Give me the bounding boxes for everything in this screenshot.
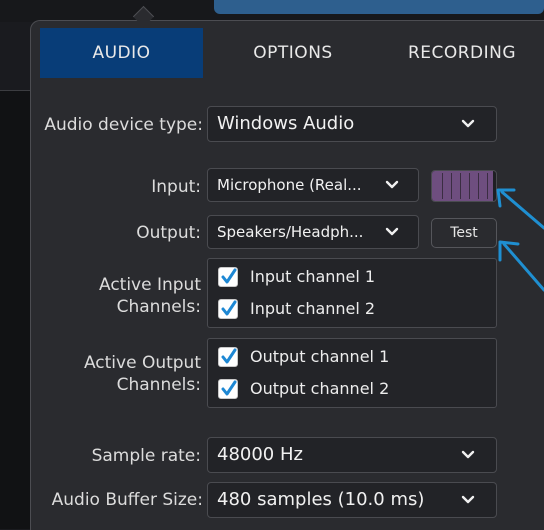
output-channel-1-label: Output channel 1 xyxy=(250,347,390,366)
input-channel-2-label: Input channel 2 xyxy=(250,299,376,318)
background-left-panel xyxy=(0,90,34,529)
meter-segment xyxy=(442,173,443,199)
buffer-size-value: 480 samples (10.0 ms) xyxy=(217,489,425,510)
output-label: Output: xyxy=(136,223,201,243)
output-device-dropdown[interactable]: Speakers/Headph... xyxy=(207,215,419,249)
device-type-dropdown[interactable]: Windows Audio xyxy=(207,106,497,142)
checkmark-icon xyxy=(221,300,237,316)
tab-audio[interactable]: AUDIO xyxy=(40,28,203,78)
active-input-channels-list: Input channel 1 Input channel 2 xyxy=(207,258,497,328)
settings-tabs: AUDIO OPTIONS RECORDING xyxy=(40,28,544,78)
meter-segment xyxy=(451,173,452,199)
meter-segment xyxy=(478,173,479,199)
active-output-channels-list: Output channel 1 Output channel 2 xyxy=(207,338,497,408)
buffer-size-dropdown[interactable]: 480 samples (10.0 ms) xyxy=(207,482,497,518)
output-channel-1-checkbox[interactable] xyxy=(218,347,238,367)
input-label: Input: xyxy=(151,177,201,197)
chevron-down-icon xyxy=(458,483,478,529)
background-accent-bar xyxy=(214,0,544,14)
background-divider xyxy=(0,90,34,91)
tab-options[interactable]: OPTIONS xyxy=(212,28,374,78)
chevron-down-icon xyxy=(382,216,402,259)
checkmark-icon xyxy=(221,268,237,284)
chevron-down-icon xyxy=(382,169,402,212)
active-input-label-line1: Active Input xyxy=(98,275,201,295)
chevron-down-icon xyxy=(458,107,478,153)
input-channel-2-checkbox[interactable] xyxy=(218,299,238,319)
active-output-label-line1: Active Output xyxy=(83,353,201,373)
checkmark-icon xyxy=(221,348,237,364)
output-device-value: Speakers/Headph... xyxy=(217,223,364,241)
input-channel-1-label: Input channel 1 xyxy=(250,267,376,286)
tab-recording[interactable]: RECORDING xyxy=(380,28,544,78)
checkmark-icon xyxy=(221,380,237,396)
meter-segment xyxy=(469,173,470,199)
active-input-label-line2: Channels: xyxy=(116,297,201,317)
device-type-label: Audio device type: xyxy=(44,115,203,135)
arrow-icon xyxy=(496,188,544,292)
chevron-down-icon xyxy=(458,438,478,484)
input-device-dropdown[interactable]: Microphone (Real... xyxy=(207,168,419,202)
sample-rate-value: 48000 Hz xyxy=(217,444,303,465)
buffer-size-label: Audio Buffer Size: xyxy=(51,490,203,510)
sample-rate-label: Sample rate: xyxy=(91,446,201,466)
meter-segment xyxy=(460,173,461,199)
output-channel-2-checkbox[interactable] xyxy=(218,379,238,399)
output-channel-2-label: Output channel 2 xyxy=(250,379,390,398)
sample-rate-dropdown[interactable]: 48000 Hz xyxy=(207,437,497,473)
device-type-value: Windows Audio xyxy=(217,113,355,134)
input-channel-1-checkbox[interactable] xyxy=(218,267,238,287)
input-device-value: Microphone (Real... xyxy=(217,176,362,194)
active-output-label-line2: Channels: xyxy=(116,375,201,395)
